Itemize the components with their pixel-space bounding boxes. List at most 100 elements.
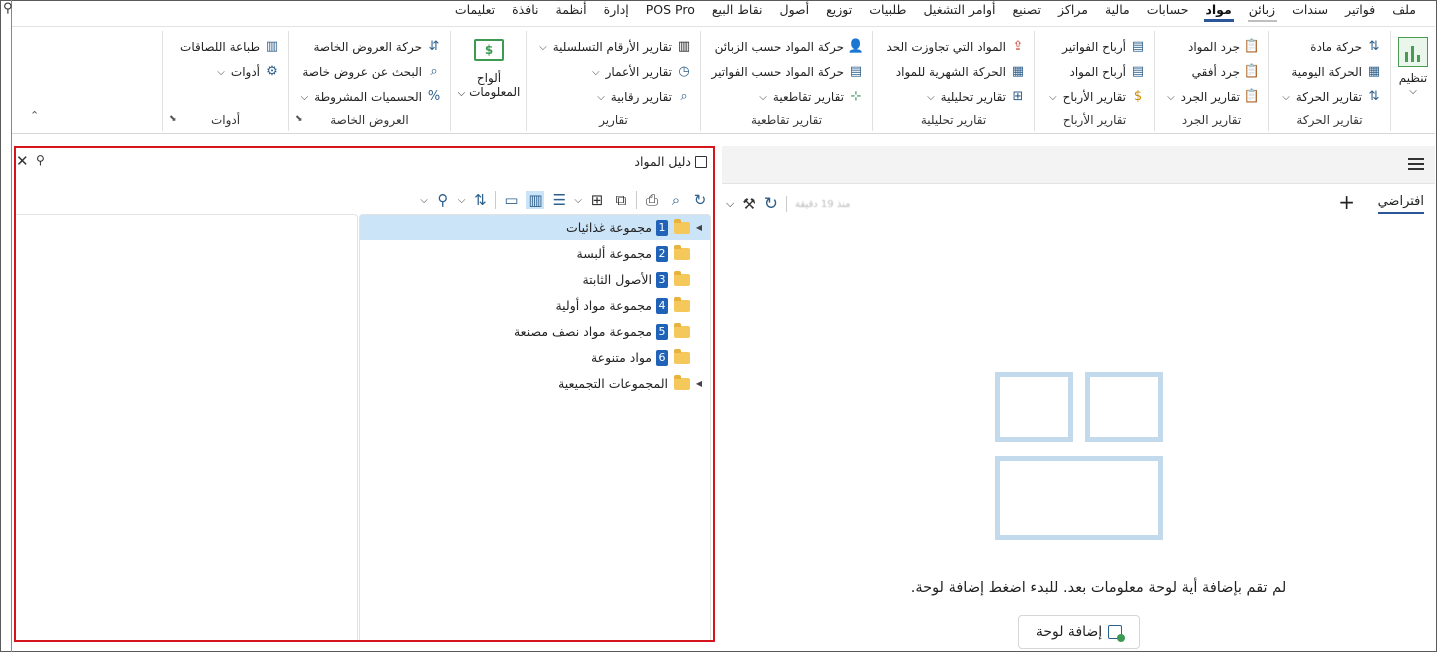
menu-item[interactable]: طلبيات: [861, 1, 915, 21]
item-exceeded-limit[interactable]: ⇪ المواد التي تجاوزت الحد: [886, 37, 1026, 57]
chevron-down-icon[interactable]: ⌵: [420, 195, 428, 206]
item-daily-movement[interactable]: ▦ الحركة اليومية: [1291, 62, 1382, 82]
toolbar-divider: [495, 191, 497, 209]
dialog-launcher-icon[interactable]: ⬊: [295, 114, 303, 124]
chevron-down-icon[interactable]: ⌵: [574, 195, 582, 206]
sort-icon[interactable]: ⇅: [471, 191, 489, 209]
group-title: تقارير الحركة: [1296, 113, 1363, 127]
chevron-down-icon[interactable]: ⌵: [458, 195, 466, 206]
close-icon[interactable]: ✕: [16, 152, 29, 170]
menu-icon[interactable]: [1408, 158, 1424, 173]
item-material-inventory[interactable]: 📋 جرد المواد: [1188, 37, 1260, 57]
menu-item[interactable]: زبائن: [1241, 1, 1284, 22]
dialog-launcher-icon[interactable]: ⬊: [169, 114, 177, 124]
folder-icon: [674, 218, 690, 234]
tree-item[interactable]: مجموعة غذائيات 1 ◀: [360, 215, 710, 240]
expand-arrow-icon[interactable]: ◀: [694, 379, 704, 388]
menu-item[interactable]: نقاط البيع: [704, 1, 772, 21]
item-label: الحركة الشهرية للمواد: [895, 65, 1006, 79]
menu-item[interactable]: إدارة: [596, 1, 638, 21]
item-label: حركة المواد حسب الزبائن: [714, 40, 844, 54]
pin-icon[interactable]: ⚲: [3, 1, 13, 16]
tree-item[interactable]: مجموعة ألبسة 2: [360, 241, 710, 266]
collapse-all-icon[interactable]: ⧉: [612, 191, 630, 209]
item-label: تقارير الحركة: [1295, 90, 1362, 104]
menu-item[interactable]: ملف: [1384, 1, 1425, 21]
tree-item-number: 5: [656, 323, 668, 340]
organize-button[interactable]: تنظيم ⌵: [1393, 37, 1433, 99]
print-icon[interactable]: ⎙: [643, 191, 661, 209]
menu-item[interactable]: فواتير: [1337, 1, 1384, 21]
expand-all-icon[interactable]: ⊞: [588, 191, 606, 209]
collapse-ribbon-icon[interactable]: ⌃: [30, 109, 39, 122]
menu-item[interactable]: سندات: [1284, 1, 1337, 21]
ribbon-group-dashboards: $ ألواح المعلومات ⌵: [450, 31, 526, 131]
tree-item[interactable]: مجموعة مواد أولية 4: [360, 293, 710, 318]
item-audit-reports[interactable]: ⌕ تقارير رقابية ⌵: [597, 87, 692, 107]
print-preview-icon[interactable]: ⌕: [667, 191, 685, 209]
ribbon-group-special-offers: ⇵ حركة العروض الخاصة ⌕ البحث عن عروض خاص…: [288, 31, 450, 131]
folder-icon: [674, 322, 690, 338]
chevron-down-icon: ⌵: [457, 88, 466, 99]
item-label: تقارير تقاطعية: [772, 90, 844, 104]
organize-label: تنظيم: [1398, 71, 1428, 85]
layout-single-icon[interactable]: ▭: [502, 191, 520, 209]
layout-rows-icon[interactable]: ☰: [550, 191, 568, 209]
tree-item[interactable]: الأصول الثابتة 3: [360, 267, 710, 292]
menu-item[interactable]: أنظمة: [548, 1, 596, 21]
menu-item[interactable]: مراكز: [1050, 1, 1097, 21]
item-movement-by-customers[interactable]: 👤 حركة المواد حسب الزبائن: [715, 37, 864, 57]
item-tools[interactable]: ⚙ أدوات ⌵: [217, 62, 280, 82]
item-monthly-movement[interactable]: ▦ الحركة الشهرية للمواد: [896, 62, 1026, 82]
settings-tools-icon[interactable]: ⚒: [742, 195, 755, 213]
item-label: حركة العروض الخاصة: [313, 40, 422, 54]
menu-item[interactable]: توزيع: [818, 1, 861, 21]
menu-item[interactable]: حسابات: [1139, 1, 1198, 21]
tree-item[interactable]: مجموعة مواد نصف مصنعة 5: [360, 319, 710, 344]
item-horizontal-inventory[interactable]: 📋 جرد أفقي: [1192, 62, 1260, 82]
item-movement-reports[interactable]: ⇅ تقارير الحركة ⌵: [1282, 87, 1382, 107]
search-icon[interactable]: ⚲: [434, 191, 452, 209]
menu-item[interactable]: مالية: [1097, 1, 1139, 21]
monthly-icon: ▦: [1011, 64, 1025, 79]
menu-item[interactable]: نافذة: [504, 1, 547, 21]
expand-arrow-icon[interactable]: ◀: [694, 223, 704, 232]
tree-item[interactable]: المجموعات التجميعية ◀: [360, 371, 710, 396]
item-search-offers[interactable]: ⌕ البحث عن عروض خاصة: [302, 62, 442, 82]
dashboards-button[interactable]: $ ألواح المعلومات ⌵: [457, 39, 521, 101]
add-board-button[interactable]: إضافة لوحة: [1018, 615, 1140, 649]
item-invoice-profits[interactable]: ▤ أرباح الفواتير: [1062, 37, 1146, 57]
item-serial-reports[interactable]: ▥ تقارير الأرقام التسلسلية ⌵: [539, 37, 692, 57]
menu-item[interactable]: تصنيع: [1005, 1, 1051, 21]
tab-default[interactable]: افتراضي: [1377, 194, 1424, 214]
menu-item[interactable]: أصول: [772, 1, 819, 21]
refresh-icon[interactable]: ↻: [764, 194, 778, 214]
item-print-labels[interactable]: ▥ طباعة اللصاقات: [180, 37, 280, 57]
menu-item[interactable]: أوامر التشغيل: [915, 1, 1004, 21]
empty-dashboard-message: لم تقم بإضافة أية لوحة معلومات بعد. للبد…: [910, 580, 1287, 596]
tree-item[interactable]: مواد متنوعة 6: [360, 345, 710, 370]
item-material-profits[interactable]: ▤ أرباح المواد: [1070, 62, 1147, 82]
add-tab-button[interactable]: +: [1338, 190, 1355, 214]
tree-item-label: مجموعة مواد نصف مصنعة: [513, 324, 652, 339]
item-special-offers-movement[interactable]: ⇵ حركة العروض الخاصة: [313, 37, 442, 57]
layout-split-icon[interactable]: ▥: [526, 191, 545, 209]
item-movement-by-invoices[interactable]: ▤ حركة المواد حسب الفواتير: [711, 62, 864, 82]
refresh-icon[interactable]: ↻: [691, 191, 709, 209]
item-analytic-reports[interactable]: ⊞ تقارير تحليلية ⌵: [927, 87, 1026, 107]
item-label: الحسميات المشروطة: [314, 90, 422, 104]
item-inventory-reports[interactable]: 📋 تقارير الجرد ⌵: [1167, 87, 1260, 107]
item-material-movement[interactable]: ⇅ حركة مادة: [1310, 37, 1382, 57]
menu-item[interactable]: POS Pro: [638, 1, 704, 21]
dashboard-header-strip: [722, 146, 1435, 184]
group-title: تقارير الجرد: [1181, 113, 1242, 127]
menu-item[interactable]: مواد: [1197, 1, 1240, 22]
item-age-reports[interactable]: ◷ تقارير الأعمار ⌵: [592, 62, 692, 82]
chevron-down-icon[interactable]: ⌵: [726, 197, 734, 211]
pin-icon[interactable]: ⚲: [36, 153, 45, 167]
item-cross-reports[interactable]: ⊹ تقارير تقاطعية ⌵: [759, 87, 864, 107]
item-conditional-discounts[interactable]: % الحسميات المشروطة ⌵: [301, 87, 442, 107]
tree-item-number: 6: [656, 349, 668, 366]
item-profit-reports[interactable]: $ تقارير الأرباح ⌵: [1049, 87, 1146, 107]
menu-item[interactable]: تعليمات: [447, 1, 504, 21]
